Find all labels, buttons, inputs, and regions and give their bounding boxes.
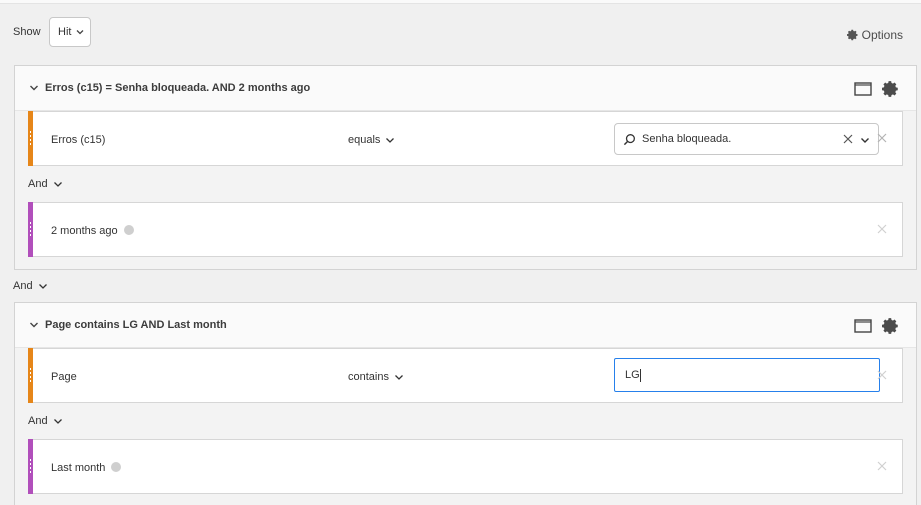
options-button[interactable]: Options (846, 28, 903, 42)
rule-dimension[interactable]: 2 months ago (51, 225, 134, 237)
chevron-down-icon (76, 30, 84, 35)
rule-row: Erros (c15) equals Senha bloqueada. (28, 111, 903, 166)
gear-icon (846, 29, 858, 41)
show-select-value: Hit (58, 26, 72, 38)
info-icon[interactable] (111, 462, 122, 472)
info-icon[interactable] (123, 225, 134, 235)
and-operator[interactable]: And (28, 178, 63, 190)
operator-label: equals (348, 134, 381, 146)
value-input[interactable]: LG (614, 358, 880, 392)
chevron-down-icon (386, 138, 395, 143)
container-header: Page contains LG AND Last month (15, 303, 916, 348)
operator-dropdown[interactable]: equals (348, 134, 395, 146)
rule-row: 2 months ago (28, 202, 903, 257)
value-combobox[interactable]: Senha bloqueada. (614, 123, 879, 155)
between-and-operator[interactable]: And (13, 280, 48, 292)
chevron-down-icon (38, 284, 47, 289)
rule-dimension-label: Last month (51, 462, 106, 474)
drag-handle[interactable] (28, 202, 33, 257)
operator-dropdown[interactable]: contains (348, 371, 404, 383)
chevron-down-icon (53, 419, 62, 424)
close-icon[interactable] (876, 460, 888, 472)
drag-handle[interactable] (28, 439, 33, 494)
container-icon[interactable] (854, 319, 872, 333)
and-label: And (28, 415, 48, 427)
chevron-down-icon (395, 375, 403, 380)
and-operator[interactable]: And (28, 415, 63, 427)
rule-dimension[interactable]: Page (51, 371, 77, 383)
close-icon[interactable] (842, 133, 854, 145)
text-caret (639, 368, 641, 382)
close-icon[interactable] (876, 132, 888, 144)
gear-icon[interactable] (882, 80, 900, 98)
close-icon[interactable] (876, 223, 888, 235)
top-edge (0, 0, 921, 4)
close-icon[interactable] (876, 369, 888, 381)
container-header: Erros (c15) = Senha bloqueada. AND 2 mon… (15, 66, 916, 111)
rule-dimension[interactable]: Erros (c15) (51, 134, 105, 146)
container-icon[interactable] (854, 82, 872, 96)
and-label: And (28, 178, 48, 190)
chevron-down-icon[interactable] (29, 83, 39, 93)
drag-handle[interactable] (28, 348, 33, 403)
chevron-down-icon[interactable] (860, 135, 870, 145)
rule-dimension[interactable]: Last month (51, 462, 122, 474)
search-icon (623, 133, 635, 145)
value-text: Senha bloqueada. (642, 133, 732, 145)
container-title: Page contains LG AND Last month (45, 319, 227, 331)
chevron-down-icon (53, 182, 62, 187)
segment-container-1: Erros (c15) = Senha bloqueada. AND 2 mon… (14, 65, 917, 270)
rule-row: Page contains LG (28, 348, 903, 403)
rule-row: Last month (28, 439, 903, 494)
value-text: LG (625, 369, 640, 381)
operator-label: contains (348, 371, 389, 383)
segment-container-2: Page contains LG AND Last month Page con… (14, 302, 917, 505)
drag-handle[interactable] (28, 111, 33, 166)
gear-icon[interactable] (882, 317, 900, 335)
show-select[interactable]: Hit (49, 17, 91, 47)
options-label: Options (861, 28, 903, 42)
chevron-down-icon[interactable] (29, 320, 39, 330)
container-title: Erros (c15) = Senha bloqueada. AND 2 mon… (45, 82, 311, 94)
and-label: And (13, 280, 33, 292)
rule-dimension-label: 2 months ago (51, 225, 118, 237)
show-label: Show (13, 26, 41, 38)
